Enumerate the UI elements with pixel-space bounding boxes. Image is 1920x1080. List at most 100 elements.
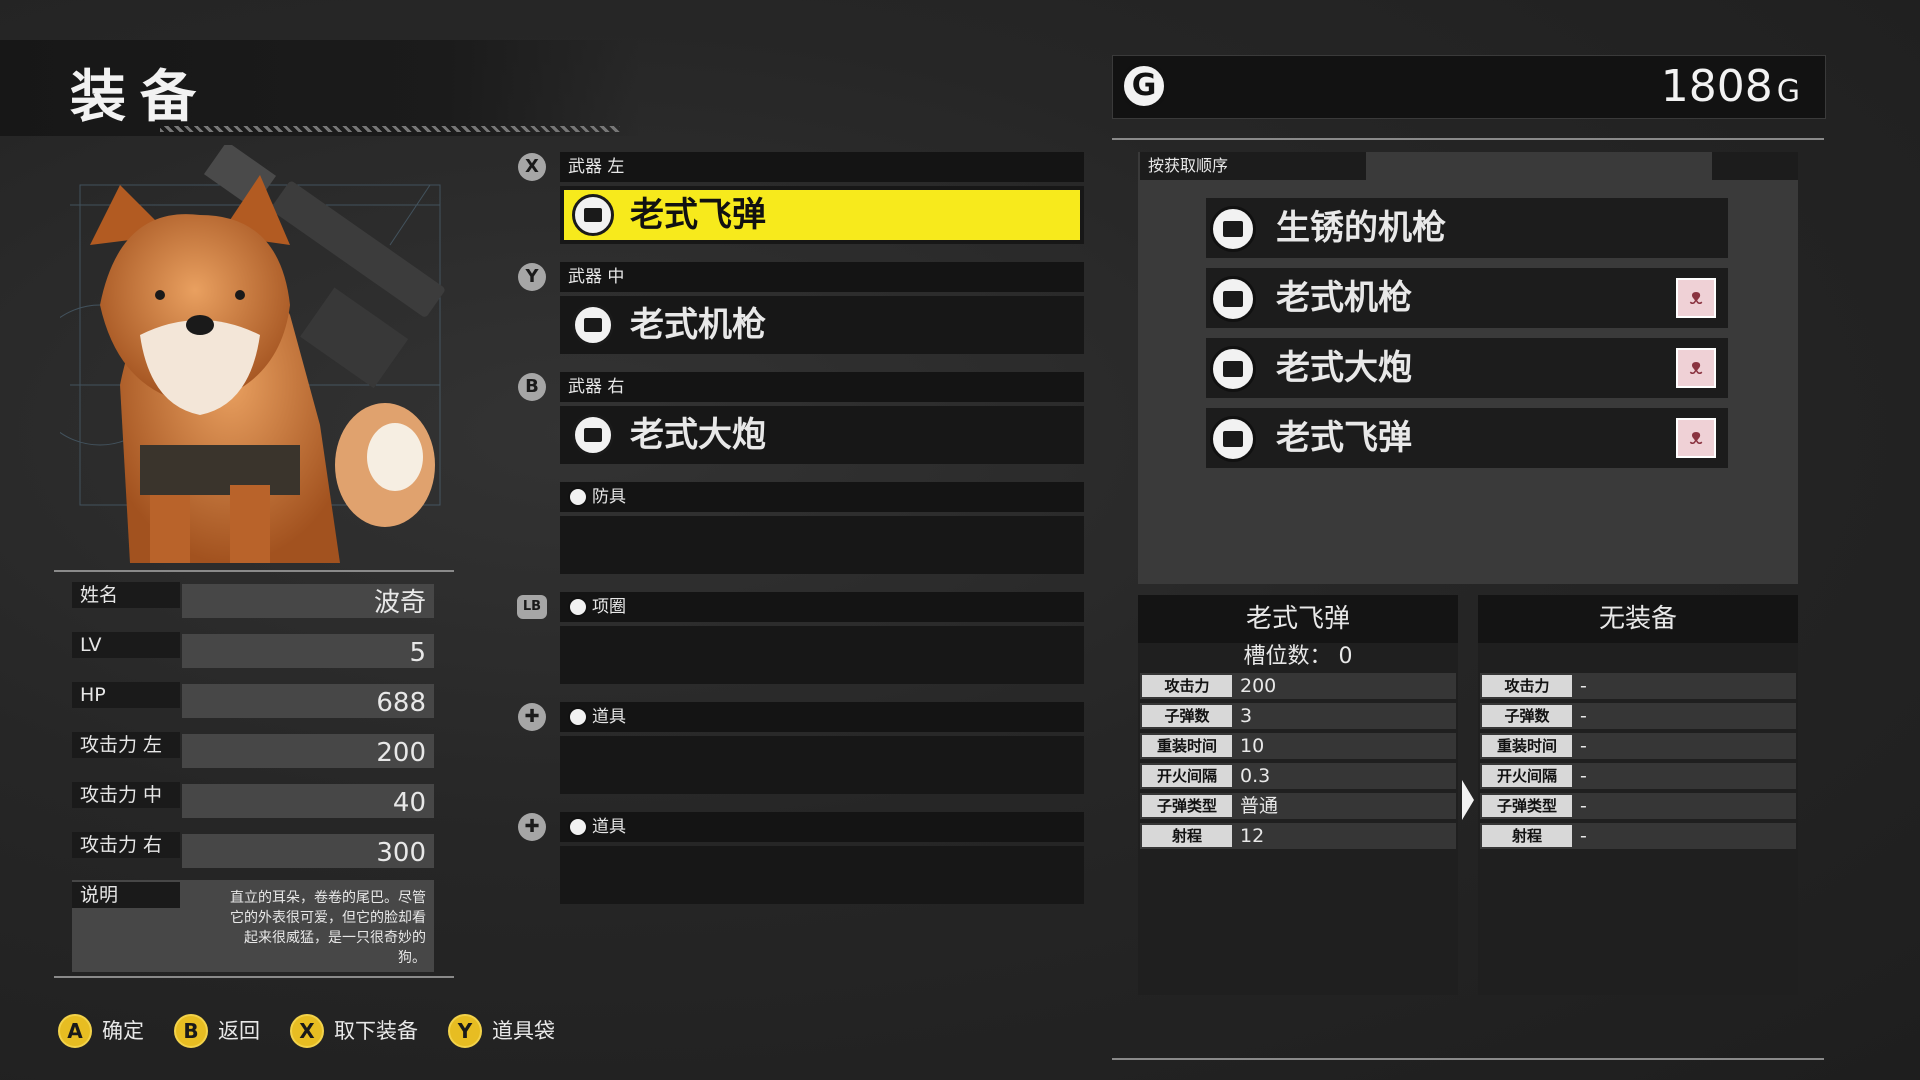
stat-label: HP: [72, 682, 180, 708]
slot-weapon-left[interactable]: 老式飞弹: [560, 186, 1084, 244]
inventory-item[interactable]: 生锈的机枪: [1206, 198, 1728, 258]
divider: [1112, 138, 1824, 140]
slot-label-armor: 防具: [560, 482, 1084, 512]
y-button-icon: Y: [518, 263, 546, 291]
slot-weapon-right[interactable]: 老式大炮: [560, 406, 1084, 464]
compare-row: 子弹类型 -: [1480, 793, 1796, 819]
compare-key: 攻击力: [1142, 675, 1232, 697]
compare-value: 3: [1240, 705, 1253, 727]
dpad-icon: ✚: [518, 813, 546, 841]
inventory-item[interactable]: 老式机枪 ᴥ: [1206, 268, 1728, 328]
slot-armor[interactable]: [560, 516, 1084, 574]
item-name: 老式机枪: [630, 305, 766, 345]
footer-label: 确定: [102, 1019, 144, 1043]
armor-icon: [568, 487, 588, 507]
missile-icon: [572, 194, 614, 236]
slot-label-weapon-left: 武器 左: [560, 152, 1084, 182]
stat-attack-left: 攻击力 左 200: [72, 730, 434, 770]
machine-gun-icon: [572, 304, 614, 346]
item-name: 老式大炮: [1276, 348, 1412, 388]
compare-row: 重装时间 10: [1140, 733, 1456, 759]
slot-weapon-middle[interactable]: 老式机枪: [560, 296, 1084, 354]
compare-value: 0.3: [1240, 765, 1271, 787]
gold-value: 1808: [1660, 61, 1773, 112]
compare-row: 子弹数 3: [1140, 703, 1456, 729]
stat-value: 200: [182, 734, 434, 768]
dog-equipped-icon: ᴥ: [1676, 278, 1716, 318]
slot-collar[interactable]: [560, 626, 1084, 684]
inventory-header-cap: [1712, 152, 1798, 180]
gold-amount: 1808 G: [1661, 58, 1800, 121]
divider: [1112, 1058, 1824, 1060]
stat-label: 攻击力 右: [72, 832, 180, 858]
item-name: 老式飞弹: [630, 195, 766, 235]
compare-key: 子弹数: [1482, 705, 1572, 727]
stat-attack-right: 攻击力 右 300: [72, 830, 434, 870]
slot-label-text: 道具: [592, 707, 626, 727]
slot-label-weapon-right: 武器 右: [560, 372, 1084, 402]
compare-row: 子弹数 -: [1480, 703, 1796, 729]
compare-arrow-icon: [1462, 780, 1474, 820]
slot-label-text: 项圈: [592, 597, 626, 617]
slot-item-selected[interactable]: 老式飞弹: [564, 190, 1080, 240]
stat-label: LV: [72, 632, 180, 658]
compare-value: -: [1580, 675, 1587, 697]
title-hatch-decoration: [160, 126, 620, 132]
slot-label-text: 防具: [592, 487, 626, 507]
stat-name: 姓名 波奇: [72, 580, 434, 620]
footer-label: 取下装备: [334, 1019, 418, 1043]
inventory-item[interactable]: 老式飞弹 ᴥ: [1206, 408, 1728, 468]
cannon-icon: [1210, 346, 1256, 392]
footer-label: 道具袋: [492, 1019, 555, 1043]
stat-label: 姓名: [72, 582, 180, 608]
gold-coin-icon: G: [1120, 62, 1168, 110]
item-name: 生锈的机枪: [1276, 208, 1446, 248]
compare-key: 重装时间: [1142, 735, 1232, 757]
compare-value: 10: [1240, 735, 1265, 757]
cannon-icon: [572, 414, 614, 456]
slot-label-weapon-middle: 武器 中: [560, 262, 1084, 292]
compare-row: 攻击力 200: [1140, 673, 1456, 699]
compare-value: -: [1580, 705, 1587, 727]
b-button-icon: B: [174, 1014, 208, 1048]
machine-gun-icon: [1210, 206, 1256, 252]
inventory-item[interactable]: 老式大炮 ᴥ: [1206, 338, 1728, 398]
compare-key: 子弹类型: [1142, 795, 1232, 817]
compare-row: 射程 -: [1480, 823, 1796, 849]
slot-item-2[interactable]: [560, 846, 1084, 904]
x-button-icon: X: [290, 1014, 324, 1048]
compare-key: 子弹数: [1142, 705, 1232, 727]
slot-item-1[interactable]: [560, 736, 1084, 794]
stat-value: 40: [182, 784, 434, 818]
description-text: 直立的耳朵，卷卷的尾巴。尽管它的外表很可爱，但它的脸却看起来很威猛，是一只很奇妙…: [182, 884, 434, 968]
compare-value: 200: [1240, 675, 1277, 697]
footer-label: 返回: [218, 1019, 260, 1043]
stat-lv: LV 5: [72, 630, 434, 670]
missile-icon: [1210, 416, 1256, 462]
compare-row: 子弹类型 普通: [1140, 793, 1456, 819]
compare-value: 12: [1240, 825, 1265, 847]
divider: [54, 570, 454, 572]
item-bag-icon: [568, 707, 588, 727]
slot-label-item-1: 道具: [560, 702, 1084, 732]
divider: [54, 976, 454, 978]
item-name: 老式机枪: [1276, 278, 1412, 318]
b-button-icon: B: [518, 373, 546, 401]
stat-attack-middle: 攻击力 中 40: [72, 780, 434, 820]
stat-label: 攻击力 左: [72, 732, 180, 758]
stat-value: 5: [182, 634, 434, 668]
compare-value: -: [1580, 735, 1587, 757]
slot-item[interactable]: 老式机枪: [564, 300, 1080, 350]
sort-order-label[interactable]: 按获取顺序: [1140, 152, 1366, 180]
x-button-icon: X: [518, 153, 546, 181]
compare-row: 重装时间 -: [1480, 733, 1796, 759]
a-button-icon: A: [58, 1014, 92, 1048]
compare-row: 开火间隔 -: [1480, 763, 1796, 789]
compare-key: 射程: [1142, 825, 1232, 847]
slot-count: 槽位数： 0: [1243, 644, 1353, 669]
compare-row: 攻击力 -: [1480, 673, 1796, 699]
compare-title: 无装备: [1478, 595, 1798, 643]
compare-key: 重装时间: [1482, 735, 1572, 757]
stat-hp: HP 688: [72, 680, 434, 720]
slot-item[interactable]: 老式大炮: [564, 410, 1080, 460]
